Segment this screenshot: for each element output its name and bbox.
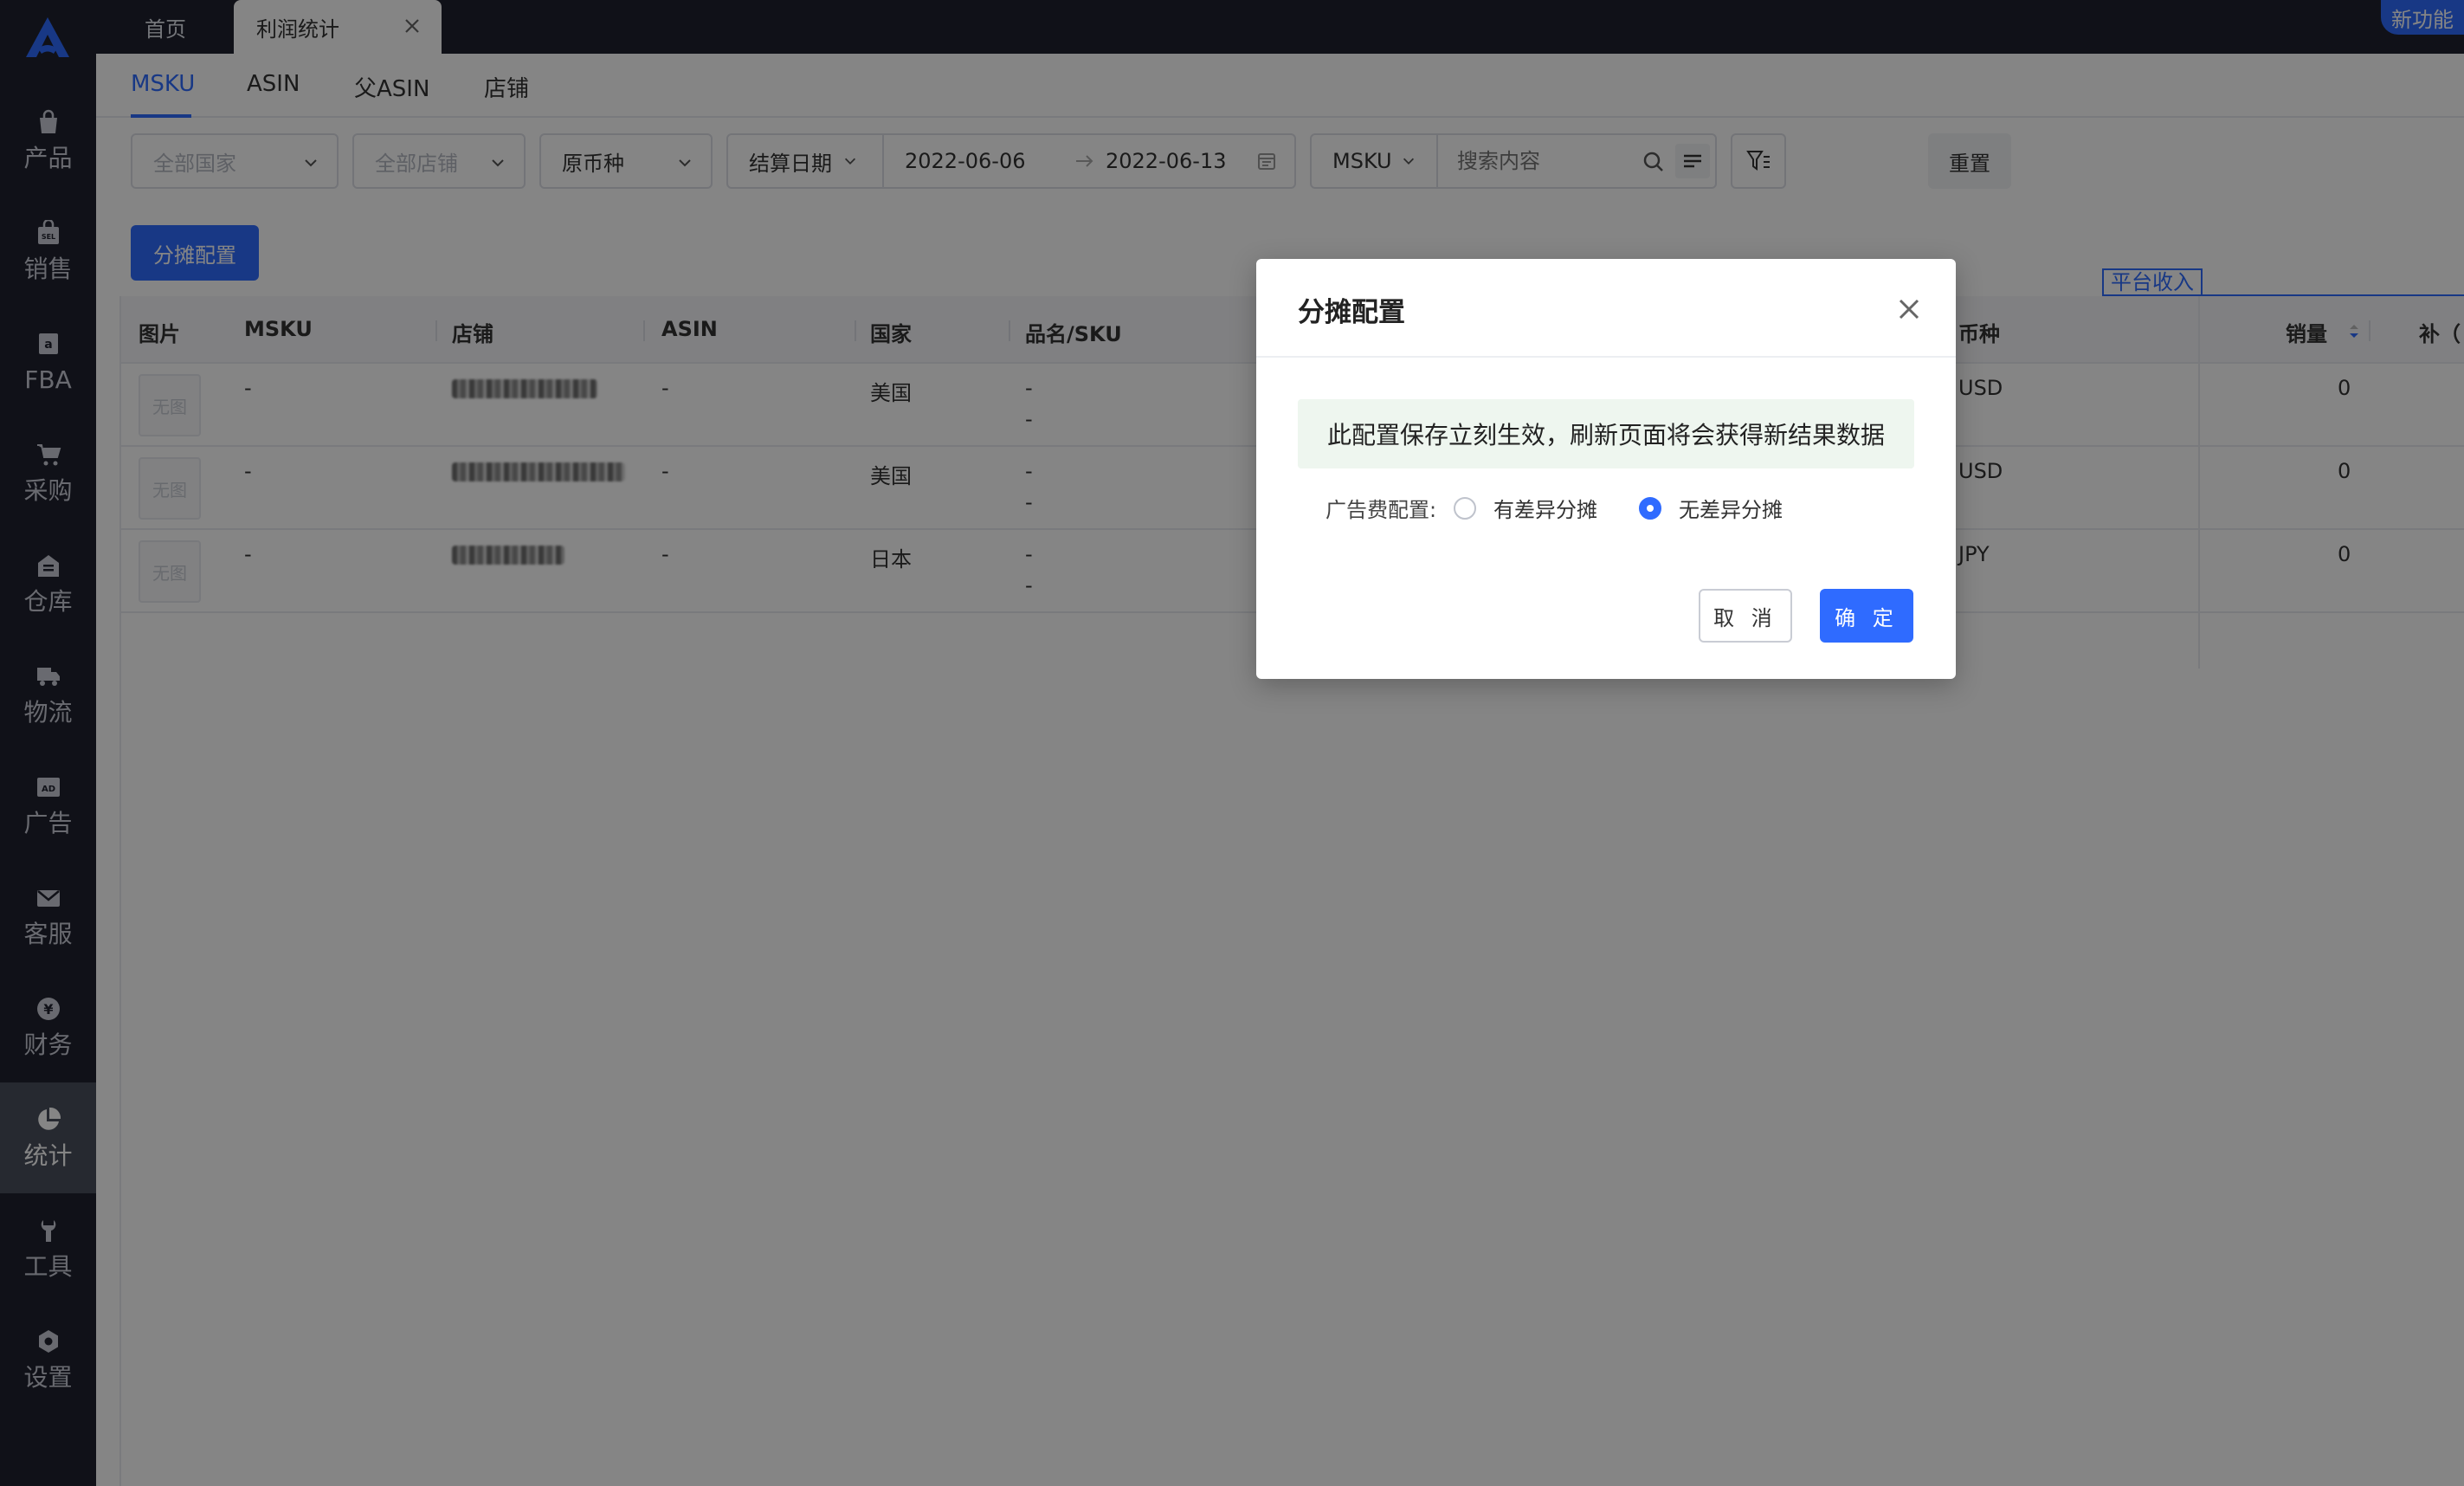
ad-fee-config-label: 广告费配置: <box>1326 498 1437 522</box>
cancel-button[interactable]: 取 消 <box>1699 589 1792 643</box>
dialog-header: 分摊配置 <box>1256 259 1956 358</box>
notice-banner: 此配置保存立刻生效，刷新页面将会获得新结果数据 <box>1298 399 1914 468</box>
modal-backdrop[interactable] <box>0 0 2464 1486</box>
radio-checked-icon <box>1639 496 1661 520</box>
radio-diff-allocation[interactable]: 有差异分摊 <box>1454 493 1597 523</box>
radio-label: 有差异分摊 <box>1493 498 1597 522</box>
allocation-config-dialog: 分摊配置 此配置保存立刻生效，刷新页面将会获得新结果数据 广告费配置: 有差异分… <box>1256 259 1956 679</box>
dialog-title: 分摊配置 <box>1298 297 1405 328</box>
confirm-button[interactable]: 确 定 <box>1820 589 1913 643</box>
radio-unchecked-icon <box>1454 496 1476 520</box>
radio-label: 无差异分摊 <box>1679 498 1783 522</box>
close-icon[interactable] <box>1897 297 1921 321</box>
radio-no-diff-allocation[interactable]: 无差异分摊 <box>1639 493 1783 523</box>
